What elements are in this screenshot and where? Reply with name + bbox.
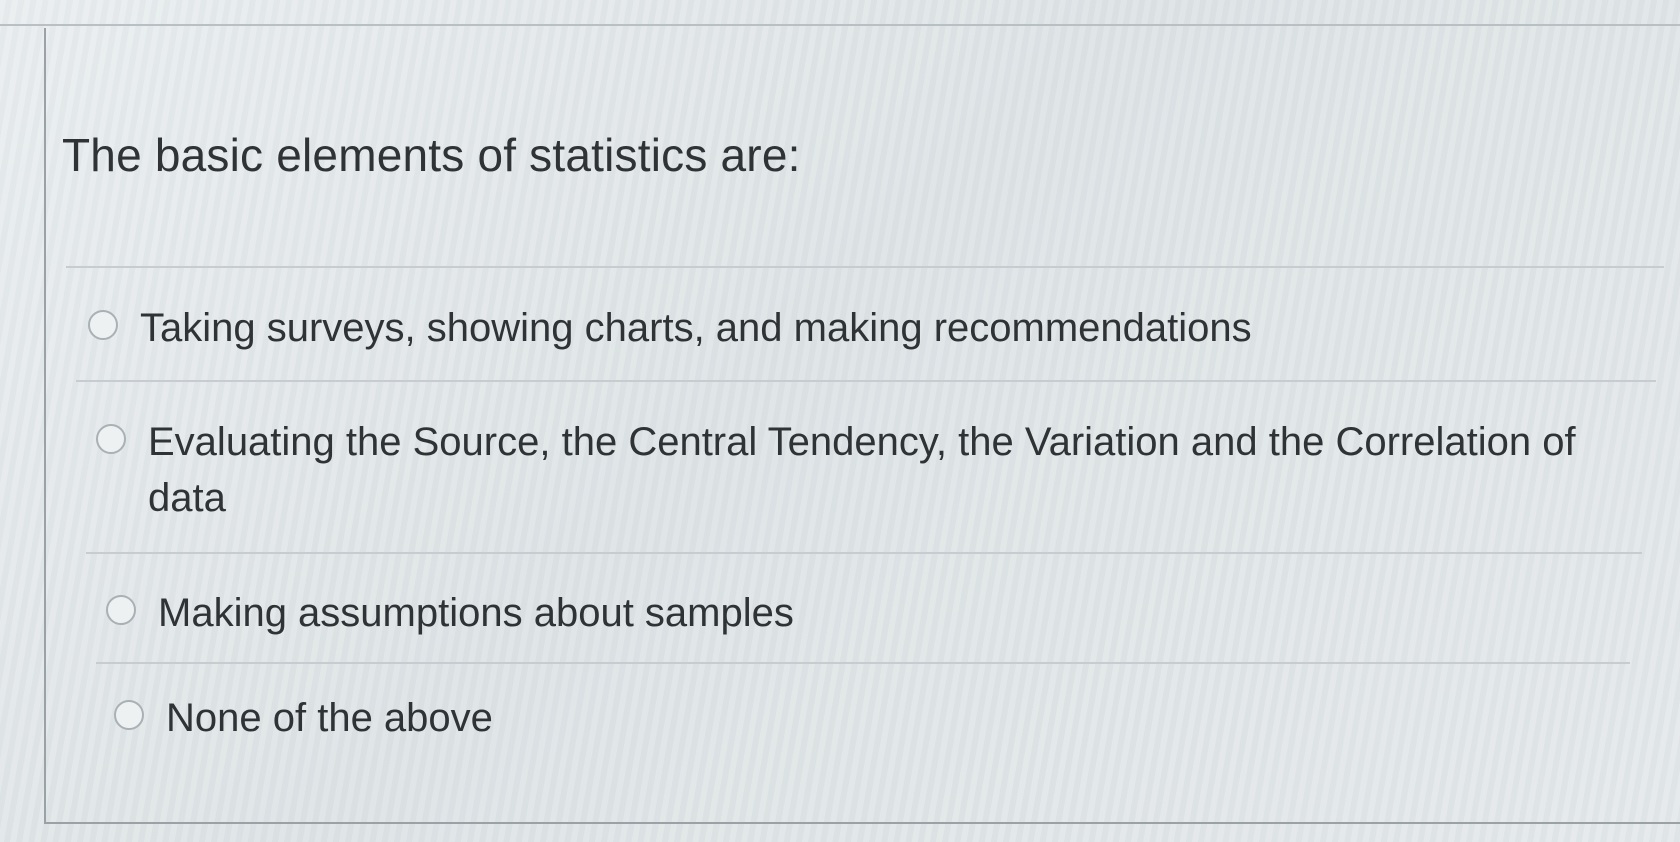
question-text: The basic elements of statistics are:: [62, 129, 801, 181]
radio-button-icon[interactable]: [106, 595, 136, 625]
answer-option-3-label: Making assumptions about samples: [158, 591, 794, 635]
radio-button-icon[interactable]: [114, 700, 144, 730]
answer-option-4[interactable]: None of the above: [114, 690, 1514, 746]
answer-option-4-label: None of the above: [166, 696, 493, 740]
top-divider: [0, 24, 1680, 26]
divider-1: [66, 266, 1664, 268]
answer-option-1-label: Taking surveys, showing charts, and maki…: [140, 306, 1252, 350]
answer-option-1[interactable]: Taking surveys, showing charts, and maki…: [88, 300, 1588, 356]
answer-option-3[interactable]: Making assumptions about samples: [106, 585, 1506, 641]
quiz-screen: The basic elements of statistics are: Ta…: [0, 0, 1680, 842]
divider-4: [96, 662, 1630, 664]
radio-button-icon[interactable]: [96, 424, 126, 454]
radio-button-icon[interactable]: [88, 310, 118, 340]
answer-option-2[interactable]: Evaluating the Source, the Central Tende…: [96, 414, 1616, 526]
answer-option-2-label: Evaluating the Source, the Central Tende…: [148, 420, 1576, 520]
divider-2: [76, 380, 1656, 382]
divider-3: [86, 552, 1642, 554]
